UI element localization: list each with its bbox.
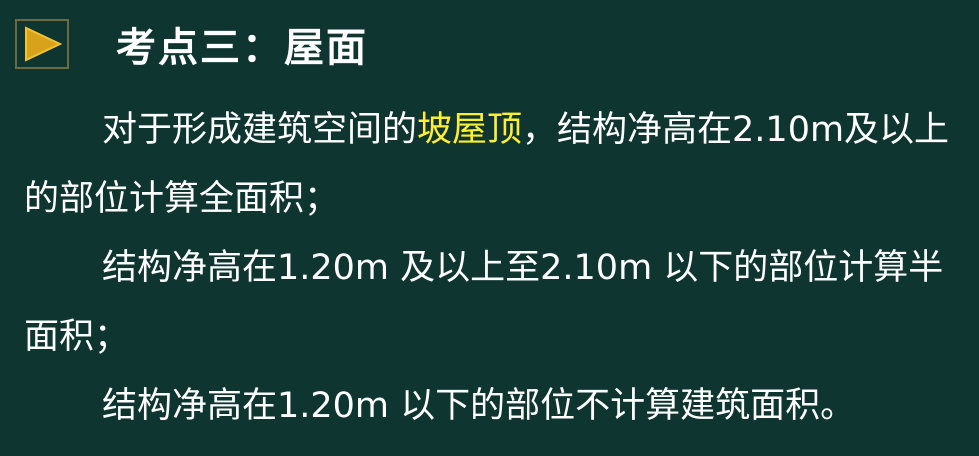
paragraph-1-before: 对于形成建筑空间的 [102,110,418,150]
title-row: 考点三：屋面 [14,18,368,71]
paragraph-no-area: 结构净高在1.20m 以下的部位不计算建筑面积。 [102,386,856,426]
paragraph-full-area: 对于形成建筑空间的坡屋顶，结构净高在2.10m及以上的部位计算全面积； [24,96,964,234]
slide: 考点三：屋面 对于形成建筑空间的坡屋顶，结构净高在2.10m及以上的部位计算全面… [0,0,979,456]
highlight-sloped-roof: 坡屋顶 [417,110,523,150]
play-triangle-icon [15,19,69,69]
slide-title: 考点三：屋面 [116,25,368,71]
content-body: 对于形成建筑空间的坡屋顶，结构净高在2.10m及以上的部位计算全面积； 结构净高… [24,96,964,441]
paragraph-half-area: 结构净高在1.20m 及以上至2.10m 以下的部位计算半面积； [24,248,944,357]
